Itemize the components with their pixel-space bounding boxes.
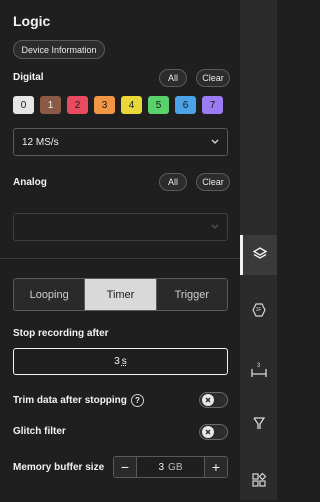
glitch-filter-toggle[interactable]	[199, 424, 228, 440]
tab-looping[interactable]: Looping	[14, 279, 85, 310]
analog-sample-rate-select[interactable]	[13, 213, 228, 241]
toggle-off-icon	[202, 394, 214, 406]
memory-buffer-stepper: − 3 GB +	[113, 456, 228, 478]
channel-5-toggle[interactable]: 5	[148, 96, 169, 114]
stop-recording-input[interactable]: 3 s	[13, 348, 228, 375]
analog-all-button[interactable]: All	[159, 173, 187, 191]
trigger-icon	[251, 415, 267, 436]
digital-sample-rate-value: 12 MS/s	[22, 136, 59, 148]
trim-data-label: Trim data after stopping?	[13, 394, 144, 407]
memory-buffer-value-field[interactable]: 3 GB	[136, 457, 205, 477]
channel-1-toggle[interactable]: 1	[40, 96, 61, 114]
digital-section-label: Digital	[13, 72, 44, 83]
channel-2-toggle[interactable]: 2	[67, 96, 88, 114]
analog-section-label: Analog	[13, 177, 47, 188]
analyzer-icon: 1F	[251, 302, 267, 318]
channel-4-toggle[interactable]: 4	[121, 96, 142, 114]
digital-clear-button[interactable]: Clear	[196, 69, 230, 87]
analyzer-icon-label: 1F	[255, 307, 262, 313]
digital-sample-rate-select[interactable]: 12 MS/s	[13, 128, 228, 156]
memory-buffer-unit: GB	[168, 461, 183, 473]
panel-title: Logic	[13, 13, 51, 29]
memory-buffer-value: 3	[158, 461, 165, 473]
stop-recording-value: 3	[114, 356, 120, 367]
chevron-down-icon	[210, 221, 220, 234]
analyzers-rail-button[interactable]: 1F	[240, 290, 277, 330]
memory-buffer-label: Memory buffer size	[13, 462, 105, 473]
extensions-icon	[251, 472, 267, 493]
trim-data-toggle[interactable]	[199, 392, 228, 408]
channel-0-toggle[interactable]: 0	[13, 96, 34, 114]
measure-icon: 3	[250, 363, 268, 380]
help-icon[interactable]: ?	[130, 394, 144, 407]
chevron-down-icon	[210, 136, 220, 149]
digital-all-button[interactable]: All	[159, 69, 187, 87]
channel-6-toggle[interactable]: 6	[175, 96, 196, 114]
extensions-rail-button[interactable]	[240, 462, 277, 502]
tab-timer[interactable]: Timer	[84, 279, 156, 310]
tab-trigger[interactable]: Trigger	[155, 279, 227, 310]
analog-clear-button[interactable]: Clear	[196, 173, 230, 191]
glitch-filter-label: Glitch filter	[13, 426, 66, 437]
capture-mode-segmented-control: Looping Timer Trigger	[13, 278, 228, 311]
decrement-button[interactable]: −	[114, 457, 136, 477]
channel-7-toggle[interactable]: 7	[202, 96, 223, 114]
toggle-off-icon	[202, 426, 214, 438]
measurements-rail-button[interactable]: 3	[240, 352, 277, 392]
measure-icon-label: 3	[256, 363, 261, 369]
trim-data-text: Trim data after stopping	[13, 395, 127, 407]
channel-3-toggle[interactable]: 3	[94, 96, 115, 114]
layers-rail-button[interactable]	[240, 235, 277, 275]
device-information-button[interactable]: Device Information	[13, 40, 105, 59]
section-divider	[0, 258, 240, 259]
right-tool-rail: 1F 3	[240, 0, 277, 500]
layers-icon	[252, 245, 268, 266]
stop-recording-label: Stop recording after	[13, 328, 109, 339]
trigger-rail-button[interactable]	[240, 405, 277, 445]
device-settings-panel: Logic Device Information Digital All Cle…	[0, 0, 240, 500]
increment-button[interactable]: +	[205, 457, 227, 477]
digital-channel-list: 0 1 2 3 4 5 6 7	[13, 96, 223, 114]
stop-recording-unit: s	[121, 356, 127, 367]
